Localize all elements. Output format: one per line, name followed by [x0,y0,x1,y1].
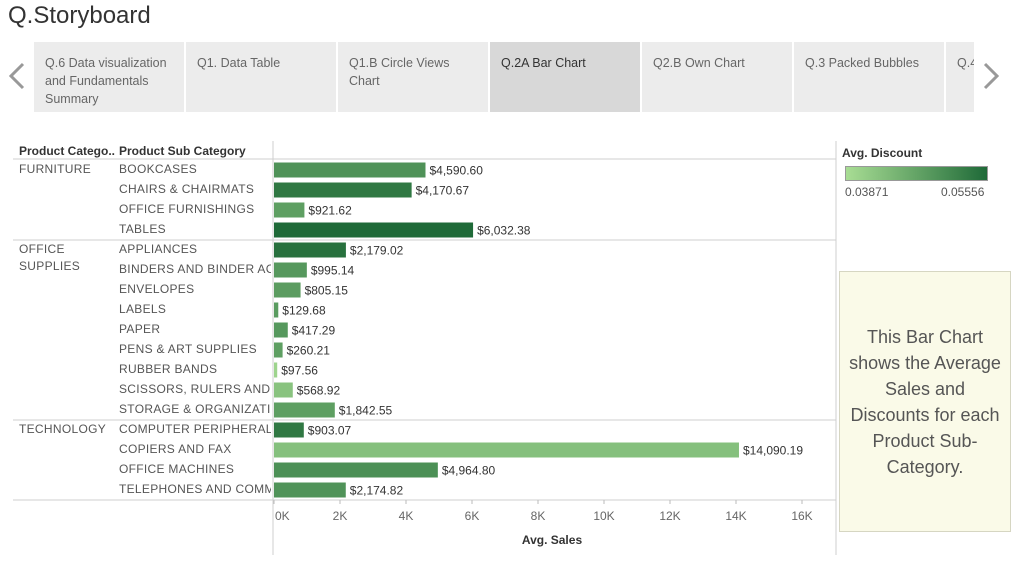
bar-value-label: $921.62 [308,204,352,218]
x-tick-label: 0K [275,509,290,523]
legend-max-label: 0.05556 [941,185,985,199]
x-tick-label: 6K [465,509,480,523]
annotation-box: This Bar Chart shows the Average Sales a… [839,271,1011,532]
bar-value-label: $260.21 [287,344,331,358]
bar-value-label: $1,842.55 [339,404,393,418]
x-tick-label: 8K [531,509,546,523]
x-tick-label: 2K [333,509,348,523]
bar-value-label: $417.29 [292,324,336,338]
bar [274,222,474,238]
bar [274,382,293,398]
bar-value-label: $14,090.19 [743,444,803,458]
bar [274,442,739,458]
bar-value-label: $4,590.60 [429,164,483,178]
bar-value-label: $129.68 [282,304,326,318]
bar [274,302,279,318]
bar [274,462,438,478]
bar [274,202,305,218]
bar [274,482,346,498]
x-tick-label: 10K [593,509,614,523]
bar [274,182,412,198]
bar-value-label: $97.56 [281,364,318,378]
bar [274,362,278,378]
bar [274,402,335,418]
x-tick-label: 14K [725,509,746,523]
bar-value-label: $4,170.67 [416,184,470,198]
bar [274,422,304,438]
bar-value-label: $2,179.02 [350,244,404,258]
bar [274,342,283,358]
legend-color-ramp [845,166,988,181]
bar-value-label: $2,174.82 [350,484,404,498]
annotation-text: This Bar Chart shows the Average Sales a… [849,326,1001,477]
bar [274,282,301,298]
bar [274,262,307,278]
x-tick-label: 4K [399,509,414,523]
bar [274,322,288,338]
x-tick-label: 12K [659,509,680,523]
bar-value-label: $568.92 [297,384,341,398]
bar-value-label: $805.15 [305,284,349,298]
legend-title: Avg. Discount [842,146,923,160]
legend-min-label: 0.03871 [845,185,889,199]
x-tick-label: 16K [791,509,812,523]
bar [274,162,426,178]
bar-value-label: $903.07 [308,424,352,438]
bar-value-label: $6,032.38 [477,224,531,238]
bar [274,242,346,258]
bar-value-label: $4,964.80 [442,464,496,478]
bar-value-label: $995.14 [311,264,355,278]
x-axis-label: Avg. Sales [522,533,583,547]
